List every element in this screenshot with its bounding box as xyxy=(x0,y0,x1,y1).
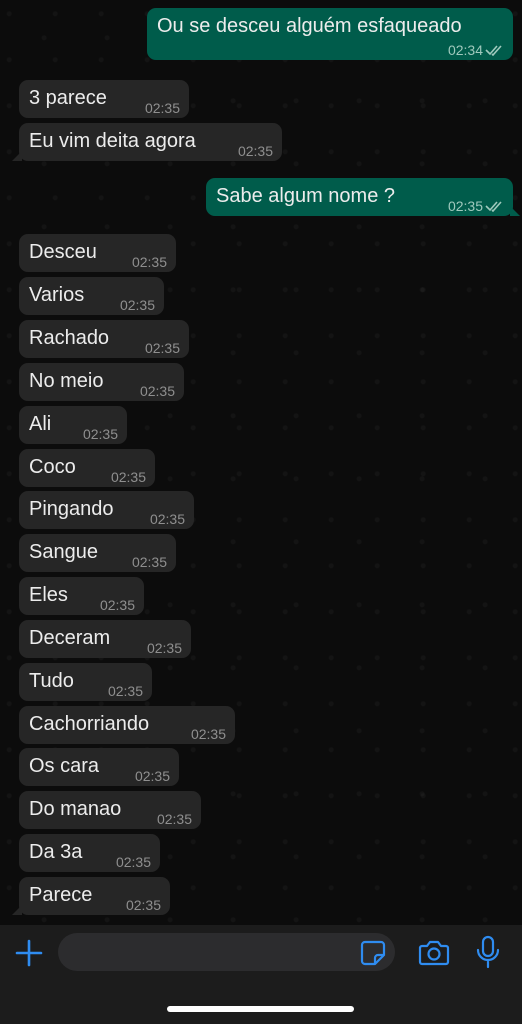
message-row: Varios 02:35 xyxy=(0,277,522,317)
sticker-icon[interactable] xyxy=(359,939,387,967)
message-bubble-incoming[interactable]: Desceu 02:35 xyxy=(19,234,176,272)
message-row: Ali 02:35 xyxy=(0,406,522,446)
message-bubble-incoming[interactable]: Sangue 02:35 xyxy=(19,534,176,572)
message-text: Coco xyxy=(29,456,76,478)
message-row: No meio 02:35 xyxy=(0,363,522,403)
message-time: 02:35 xyxy=(82,426,118,442)
message-row: Cachorriando 02:35 xyxy=(0,706,522,746)
message-bubble-incoming[interactable]: No meio 02:35 xyxy=(19,363,184,401)
message-time: 02:35 xyxy=(144,100,180,116)
message-bubble-incoming[interactable]: Pingando 02:35 xyxy=(19,491,194,529)
bubble-tail xyxy=(12,905,22,915)
bubble-tail xyxy=(12,151,22,161)
message-time: 02:35 xyxy=(139,383,175,399)
message-text: Deceram xyxy=(29,627,111,649)
message-row: Eu vim deita agora 02:35 xyxy=(0,123,522,163)
message-text: Eu vim deita agora xyxy=(29,130,196,152)
message-row: Desceu 02:35 xyxy=(0,234,522,274)
message-bubble-incoming[interactable]: Da 3a 02:35 xyxy=(19,834,160,872)
message-text: Rachado xyxy=(29,327,110,349)
message-row: Deceram 02:35 xyxy=(0,620,522,660)
message-bubble-incoming[interactable]: Tudo 02:35 xyxy=(19,663,152,701)
bubble-tail xyxy=(510,206,520,216)
message-time: 02:34 xyxy=(447,42,483,58)
read-receipt-icon xyxy=(485,201,502,212)
message-text: Tudo xyxy=(29,670,74,692)
chat-area[interactable]: Ou se desceu alguém esfaqueado 02:34 3 p… xyxy=(0,0,522,925)
message-bubble-outgoing[interactable]: Ou se desceu alguém esfaqueado 02:34 xyxy=(147,8,513,60)
message-bubble-incoming[interactable]: Coco 02:35 xyxy=(19,449,155,487)
message-time: 02:35 xyxy=(99,597,135,613)
message-row: Rachado 02:35 xyxy=(0,320,522,360)
message-row: Os cara 02:35 xyxy=(0,748,522,788)
message-time: 02:35 xyxy=(144,340,180,356)
message-time: 02:35 xyxy=(156,811,192,827)
message-input[interactable] xyxy=(58,933,395,971)
message-row: Tudo 02:35 xyxy=(0,663,522,703)
message-row: Coco 02:35 xyxy=(0,449,522,489)
message-text: 3 parece xyxy=(29,87,107,109)
message-text: Ali xyxy=(29,413,52,435)
message-time: 02:35 xyxy=(447,198,483,214)
message-text: Eles xyxy=(29,584,68,606)
message-row: Parece 02:35 xyxy=(0,877,522,917)
message-text: No meio xyxy=(29,370,104,392)
message-bubble-incoming[interactable]: Eu vim deita agora 02:35 xyxy=(12,123,282,161)
message-row: Do manao 02:35 xyxy=(0,791,522,831)
message-bubble-incoming[interactable]: Cachorriando 02:35 xyxy=(19,706,235,744)
message-text: Varios xyxy=(29,284,85,306)
message-text: Da 3a xyxy=(29,841,83,863)
message-bubble-incoming[interactable]: Ali 02:35 xyxy=(19,406,127,444)
message-bubble-incoming[interactable]: Os cara 02:35 xyxy=(19,748,179,786)
message-text: Cachorriando xyxy=(29,713,150,735)
message-bubble-outgoing[interactable]: Sabe algum nome ? 02:35 xyxy=(206,178,520,216)
message-row: Pingando 02:35 xyxy=(0,491,522,531)
message-bubble-incoming[interactable]: Deceram 02:35 xyxy=(19,620,191,658)
message-time: 02:35 xyxy=(110,469,146,485)
message-time: 02:35 xyxy=(134,768,170,784)
message-bubble-incoming[interactable]: Parece 02:35 xyxy=(12,877,170,915)
read-receipt-icon xyxy=(485,45,502,56)
message-text: Sabe algum nome ? xyxy=(216,185,396,207)
message-bubble-incoming[interactable]: Do manao 02:35 xyxy=(19,791,201,829)
message-text: Desceu xyxy=(29,241,97,263)
message-bubble-incoming[interactable]: 3 parece 02:35 xyxy=(19,80,189,118)
message-time: 02:35 xyxy=(146,640,182,656)
message-text: Do manao xyxy=(29,798,122,820)
message-row: Sangue 02:35 xyxy=(0,534,522,574)
message-bubble-incoming[interactable]: Eles 02:35 xyxy=(19,577,144,615)
message-time: 02:35 xyxy=(125,897,161,913)
message-text: Sangue xyxy=(29,541,98,563)
message-text: Pingando xyxy=(29,498,114,520)
message-time: 02:35 xyxy=(119,297,155,313)
message-row: Sabe algum nome ? 02:35 xyxy=(0,178,522,218)
message-time: 02:35 xyxy=(107,683,143,699)
message-text: Parece xyxy=(29,884,93,906)
message-row: Ou se desceu alguém esfaqueado 02:34 xyxy=(0,8,522,60)
message-bubble-incoming[interactable]: Varios 02:35 xyxy=(19,277,164,315)
message-row: Da 3a 02:35 xyxy=(0,834,522,874)
microphone-icon[interactable] xyxy=(475,935,501,969)
message-time: 02:35 xyxy=(190,726,226,742)
camera-icon[interactable] xyxy=(418,937,450,967)
home-indicator[interactable] xyxy=(167,1006,354,1012)
message-row: 3 parece 02:35 xyxy=(0,80,522,120)
message-text: Ou se desceu alguém esfaqueado xyxy=(157,15,462,37)
message-row: Eles 02:35 xyxy=(0,577,522,617)
message-text: Os cara xyxy=(29,755,100,777)
message-time: 02:35 xyxy=(115,854,151,870)
message-bubble-incoming[interactable]: Rachado 02:35 xyxy=(19,320,189,358)
plus-icon[interactable] xyxy=(14,938,44,968)
message-time: 02:35 xyxy=(237,143,273,159)
message-time: 02:35 xyxy=(149,511,185,527)
message-time: 02:35 xyxy=(131,254,167,270)
message-time: 02:35 xyxy=(131,554,167,570)
